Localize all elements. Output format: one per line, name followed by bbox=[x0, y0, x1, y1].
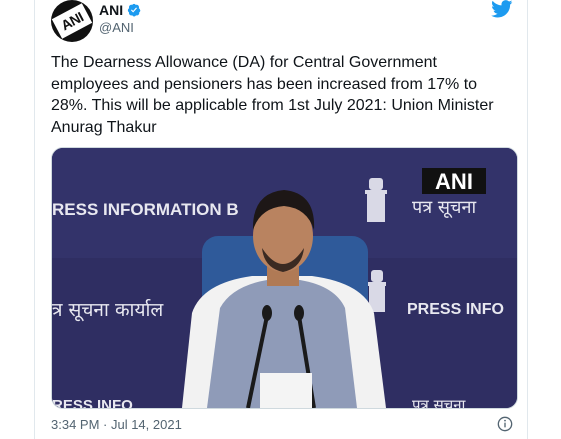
backdrop-hindi-right: पत्र सूचना bbox=[412, 197, 476, 218]
tweet-timestamp[interactable]: 3:34 PM · Jul 14, 2021 bbox=[51, 417, 182, 432]
backdrop-text-bottom-left: RESS INFO bbox=[52, 397, 133, 408]
press-conference-photo: RESS INFORMATION B पत्र सूचना त्र सूचना … bbox=[52, 148, 517, 408]
author-avatar[interactable]: ANI bbox=[51, 0, 93, 42]
info-icon[interactable] bbox=[497, 416, 513, 432]
watermark-text: ANI bbox=[435, 169, 473, 194]
avatar-logo-text: ANI bbox=[58, 8, 86, 34]
tweet-text: The Dearness Allowance (DA) for Central … bbox=[51, 54, 494, 136]
author-handle[interactable]: @ANI bbox=[99, 20, 134, 35]
backdrop-hindi-left: त्र सूचना कार्याल bbox=[52, 298, 164, 322]
author-name[interactable]: ANI bbox=[99, 2, 123, 18]
verified-badge-icon bbox=[128, 3, 141, 17]
paper-on-desk bbox=[260, 373, 312, 408]
backdrop-text-left: RESS INFORMATION B bbox=[52, 200, 239, 219]
tweet-media-image[interactable]: RESS INFORMATION B पत्र सूचना त्र सूचना … bbox=[51, 147, 518, 409]
backdrop-hindi-bottom-right: पत्र सूचना bbox=[412, 396, 467, 408]
backdrop-text-right: PRESS INFO bbox=[407, 301, 504, 318]
microphone-right-head bbox=[294, 305, 304, 321]
microphone-left-head bbox=[262, 305, 272, 321]
tweet-card[interactable]: ANI ANI @ANI The Dearness Allowance (DA)… bbox=[34, 0, 528, 439]
twitter-bird-icon[interactable] bbox=[491, 0, 513, 18]
